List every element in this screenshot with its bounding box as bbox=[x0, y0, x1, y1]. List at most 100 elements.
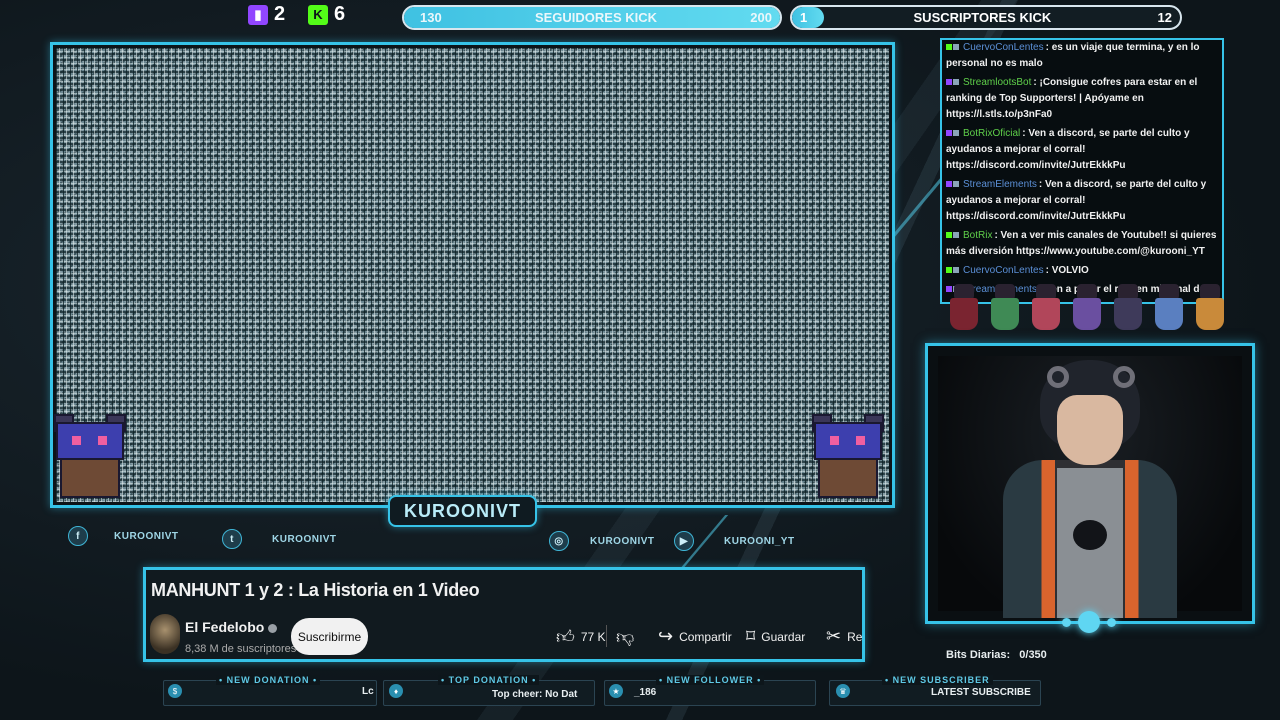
platform-badge-icon bbox=[946, 79, 952, 86]
divider bbox=[606, 625, 607, 647]
sprite bbox=[1192, 278, 1228, 332]
verified-icon bbox=[268, 623, 278, 633]
user-badge-icon bbox=[953, 181, 959, 188]
vtuber-avatar bbox=[985, 350, 1195, 618]
donation-value: Lc bbox=[362, 686, 374, 697]
video-title[interactable]: MANHUNT 1 y 2 : La Historia en 1 Video bbox=[151, 580, 480, 601]
user-badge-icon bbox=[953, 44, 959, 51]
chat-username[interactable]: StreamElements bbox=[963, 179, 1037, 190]
streamer-name-plate: KUROONIVT bbox=[388, 495, 537, 527]
subs-goal-current: 1 bbox=[800, 10, 808, 25]
share-button[interactable]: ↪ Compartir bbox=[658, 620, 732, 653]
platform-badge-icon bbox=[946, 44, 952, 51]
share-label: Compartir bbox=[679, 629, 732, 644]
sprite bbox=[1151, 278, 1187, 332]
top-donation-icon: ♦ bbox=[389, 684, 403, 698]
sprite bbox=[1110, 278, 1146, 332]
platform-badge-icon bbox=[946, 267, 952, 274]
channel-subscribers: 8,38 M de suscriptores bbox=[185, 643, 297, 655]
platform-badge-icon bbox=[946, 130, 952, 137]
share-icon: ↪ bbox=[658, 626, 674, 646]
youtube-icon: ▶ bbox=[674, 531, 694, 551]
bits-value: 0/350 bbox=[1019, 649, 1047, 661]
skull-graphic bbox=[1073, 520, 1107, 550]
social-instagram[interactable]: ◎ KUROONIVT bbox=[549, 531, 655, 551]
chat-panel[interactable]: CuervoConLentes: es un viaje que termina… bbox=[940, 38, 1224, 304]
user-badge-icon bbox=[953, 267, 959, 274]
platform-badge-icon bbox=[946, 181, 952, 188]
chat-list: CuervoConLentes: es un viaje que termina… bbox=[942, 40, 1222, 302]
like-icon: 👍︎ bbox=[556, 626, 575, 647]
chat-message: BotRixOficial: Ven a discord, se parte d… bbox=[942, 125, 1222, 176]
twitch-count: 2 bbox=[274, 3, 286, 25]
social-handle: KUROONIVT bbox=[114, 530, 179, 542]
chat-message: StreamElements: Ven a discord, se parte … bbox=[942, 176, 1222, 227]
save-label: Guardar bbox=[761, 629, 806, 644]
chat-message: StreamlootsBot: ¡Consigue cofres para es… bbox=[942, 74, 1222, 125]
like-count: 77 K bbox=[580, 629, 606, 644]
subs-goal-bar: 1 SUSCRIPTORES KICK 12 bbox=[790, 5, 1182, 30]
followers-goal-bar: 130 SEGUIDORES KICK 200 bbox=[402, 5, 782, 30]
channel-name[interactable]: El Fedelobo bbox=[185, 619, 264, 635]
pixel-mascot-left bbox=[46, 408, 136, 500]
sprite bbox=[1028, 278, 1064, 332]
scissors-icon: ✂ bbox=[826, 626, 842, 646]
chat-username[interactable]: StreamlootsBot bbox=[963, 77, 1031, 88]
chat-username[interactable]: BotRixOficial bbox=[963, 128, 1020, 139]
social-twitter[interactable]: t KUROONIVT bbox=[222, 529, 337, 549]
sprite-row bbox=[946, 278, 1228, 334]
channel-avatar[interactable] bbox=[150, 614, 180, 654]
social-handle: KUROONI_YT bbox=[724, 535, 795, 547]
followers-goal-target: 200 bbox=[750, 10, 772, 25]
follower-value: _186 bbox=[634, 687, 657, 698]
pixel-mascot-right bbox=[804, 408, 894, 500]
user-badge-icon bbox=[953, 130, 959, 137]
subs-goal-target: 12 bbox=[1157, 10, 1172, 25]
webcam-indicator bbox=[1062, 609, 1116, 635]
kick-icon: K bbox=[308, 4, 328, 25]
subscriber-value: LATEST SUBSCRIBE bbox=[931, 687, 1031, 698]
instagram-icon: ◎ bbox=[549, 531, 569, 551]
donation-label: • NEW DONATION • bbox=[216, 675, 321, 685]
follower-label: • NEW FOLLOWER • bbox=[656, 675, 765, 685]
dislike-button[interactable]: 👎︎ bbox=[616, 620, 634, 653]
bits-counter: Bits Diarias: 0/350 bbox=[946, 649, 1047, 661]
social-facebook[interactable]: f KUROONIVT bbox=[68, 526, 179, 546]
top-donation-value: Top cheer: No Dat bbox=[492, 689, 578, 700]
social-youtube[interactable]: ▶ KUROONI_YT bbox=[674, 531, 795, 551]
subs-goal-label: SUSCRIPTORES KICK bbox=[913, 10, 1052, 25]
subscribe-button[interactable]: Suscribirme bbox=[291, 618, 368, 655]
sprite bbox=[946, 278, 982, 332]
bookmark-icon: ⌑ bbox=[746, 626, 756, 646]
donation-icon: $ bbox=[168, 684, 182, 698]
like-button[interactable]: 👍︎ 77 K bbox=[556, 620, 606, 653]
dislike-icon: 👎︎ bbox=[616, 626, 635, 647]
bits-label: Bits Diarias: bbox=[946, 649, 1011, 661]
top-donation-label: • TOP DONATION • bbox=[438, 675, 540, 685]
kick-viewer-counter: K 6 bbox=[308, 3, 345, 26]
static-noise bbox=[56, 48, 889, 502]
user-badge-icon bbox=[953, 232, 959, 239]
sprite bbox=[1069, 278, 1105, 332]
clip-button[interactable]: ✂ Rec bbox=[826, 620, 863, 653]
twitch-viewer-counter: ▮ 2 bbox=[248, 3, 285, 26]
clip-label: Rec bbox=[847, 629, 863, 644]
chat-username[interactable]: BotRix bbox=[963, 230, 992, 241]
twitter-icon: t bbox=[222, 529, 242, 549]
followers-goal-current: 130 bbox=[420, 10, 442, 25]
save-button[interactable]: ⌑ Guardar bbox=[746, 620, 805, 653]
video-info-panel: MANHUNT 1 y 2 : La Historia en 1 Video E… bbox=[143, 567, 865, 662]
main-screen-frame bbox=[50, 42, 895, 508]
channel-name-row[interactable]: El Fedelobo bbox=[185, 619, 278, 635]
sprite bbox=[987, 278, 1023, 332]
platform-badge-icon bbox=[946, 232, 952, 239]
facebook-icon: f bbox=[68, 526, 88, 546]
chat-message: BotRix: Ven a ver mis canales de Youtube… bbox=[942, 227, 1222, 262]
chat-username[interactable]: CuervoConLentes bbox=[963, 42, 1044, 53]
chat-username[interactable]: CuervoConLentes bbox=[963, 265, 1044, 276]
user-badge-icon bbox=[953, 79, 959, 86]
kick-count: 6 bbox=[334, 3, 346, 25]
followers-goal-label: SEGUIDORES KICK bbox=[534, 10, 658, 25]
follower-icon: ★ bbox=[609, 684, 623, 698]
crown-icon: ♛ bbox=[836, 684, 850, 698]
